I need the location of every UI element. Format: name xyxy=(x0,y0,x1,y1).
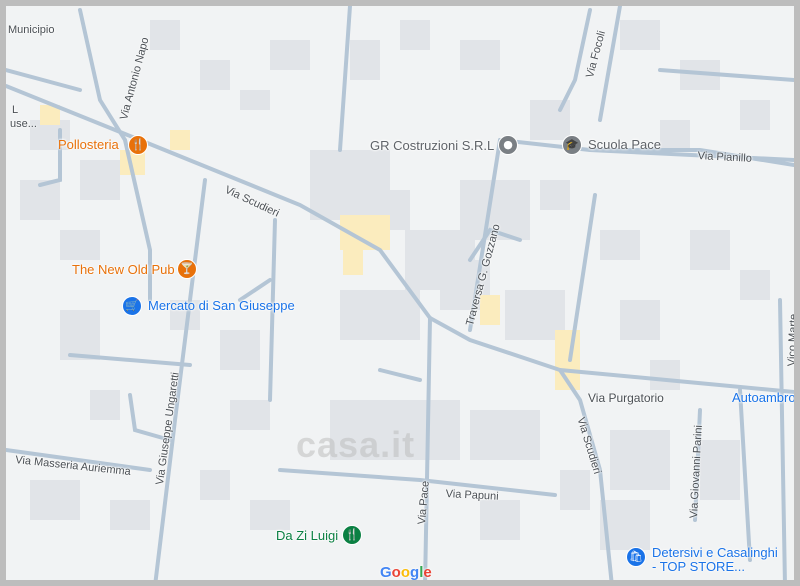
street-label-cut-use: use... xyxy=(10,118,37,130)
poi-label-mercato[interactable]: Mercato di San Giuseppe xyxy=(148,298,295,313)
school-icon[interactable]: 🎓 xyxy=(562,135,582,155)
cocktail-bar-icon[interactable]: 🍸 xyxy=(177,259,197,279)
poi-label-pollosteria[interactable]: Pollosteria xyxy=(58,137,119,152)
restaurant-icon[interactable]: 🍴 xyxy=(128,135,148,155)
restaurant-icon[interactable]: 🍴 xyxy=(342,525,362,545)
map-canvas[interactable]: Municipio Via Antonio Napo Via Scudieri … xyxy=(6,6,794,580)
store-bag-icon[interactable]: 🛍 xyxy=(626,547,646,567)
poi-label-detersivi-line1[interactable]: Detersivi e Casalinghi xyxy=(652,545,778,560)
poi-label-scuola-pace[interactable]: Scuola Pace xyxy=(588,137,661,152)
poi-label-da-zi-luigi[interactable]: Da Zi Luigi xyxy=(276,528,338,543)
street-label-municipio: Municipio xyxy=(8,24,55,36)
poi-label-gr-costruzioni[interactable]: GR Costruzioni S.R.L xyxy=(370,138,494,153)
shopping-cart-icon[interactable]: 🛒 xyxy=(122,296,142,316)
street-label-cut-l: L xyxy=(12,104,19,116)
poi-label-new-old-pub[interactable]: The New Old Pub xyxy=(72,262,175,277)
google-logo: Google xyxy=(380,564,432,580)
business-pin-icon[interactable]: ● xyxy=(498,135,518,155)
poi-label-detersivi-line2[interactable]: - TOP STORE... xyxy=(652,559,745,574)
street-label-vico-marte: Vico Marte xyxy=(786,313,794,367)
street-label-via-purgatorio: Via Purgatorio xyxy=(588,391,664,405)
poi-label-autoambro[interactable]: Autoambro xyxy=(732,390,794,405)
watermark: casa.it xyxy=(296,424,416,465)
